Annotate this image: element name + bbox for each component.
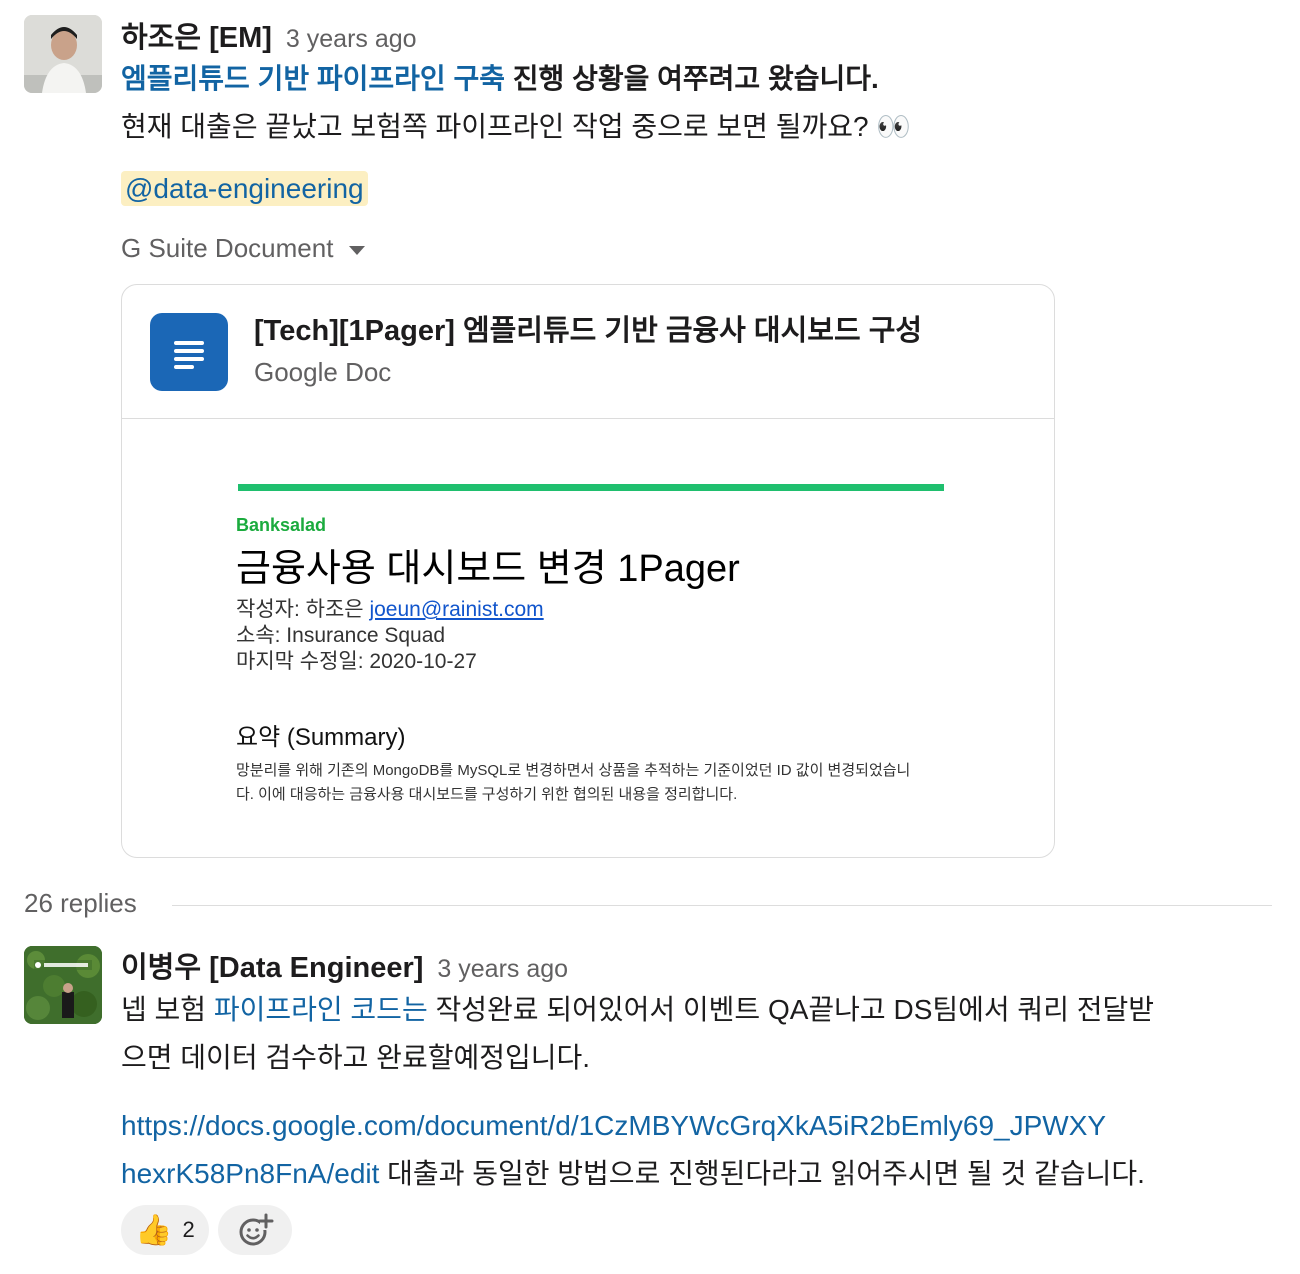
add-reaction-icon xyxy=(239,1213,274,1246)
message-text-line2: 으면 데이터 검수하고 완료할예정입니다. xyxy=(121,1042,591,1073)
url-line1: https://docs.google.com/document/d/1CzMB… xyxy=(121,1102,1106,1150)
message-header: 하조은 [EM] 3 years ago xyxy=(121,14,417,56)
attachment-subtitle: Google Doc xyxy=(254,357,392,387)
document-url-continued[interactable]: hexrK58Pn8FnA/edit xyxy=(121,1158,379,1189)
message-text: 넵 보험 xyxy=(121,994,214,1025)
author-name[interactable]: 이병우 [Data Engineer] xyxy=(121,952,423,984)
message-text-line1: 넵 보험 파이프라인 코드는 작성완료 되어있어서 이벤트 QA끝나고 DS팀에… xyxy=(121,986,1154,1034)
preview-accent-bar xyxy=(238,484,944,491)
attachment-source-label: G Suite Document xyxy=(121,233,334,263)
attachment-title[interactable]: [Tech][1Pager] 엠플리튜드 기반 금융사 대시보드 구성 xyxy=(254,307,922,349)
message-text: 대출과 동일한 방법으로 진행된다라고 읽어주시면 될 것 같습니다. xyxy=(379,1158,1145,1189)
thread-replies-divider: 26 replies xyxy=(24,886,1272,926)
reaction-thumbs-up[interactable]: 👍 2 xyxy=(121,1205,209,1255)
preview-heading: 금융사용 대시보드 변경 1Pager xyxy=(236,548,740,590)
preview-summary-heading: 요약 (Summary) xyxy=(236,724,406,751)
preview-brand: Banksalad xyxy=(236,515,327,535)
preview-last-modified: 마지막 수정일: 2020-10-27 xyxy=(236,650,477,673)
google-doc-icon xyxy=(150,313,228,391)
document-preview[interactable]: Banksalad 금융사용 대시보드 변경 1Pager 작성자: 하조은 j… xyxy=(122,419,1054,857)
preview-author-label: 작성자: 하조은 xyxy=(236,598,370,621)
divider-line xyxy=(172,905,1272,906)
linked-text[interactable]: 엠플리튜드 기반 파이프라인 구축 xyxy=(121,63,505,94)
author-name[interactable]: 하조은 [EM] xyxy=(121,22,272,54)
preview-author-email: joeun@rainist.com xyxy=(369,598,544,621)
attachment-source[interactable]: G Suite Document xyxy=(121,233,366,264)
document-url[interactable]: https://docs.google.com/document/d/1CzMB… xyxy=(121,1110,1106,1141)
avatar-hajoeun[interactable] xyxy=(24,15,102,93)
preview-summary-text: 망분리를 위해 기존의 MongoDB를 MySQL로 변경하면서 상품을 추적… xyxy=(236,762,911,803)
add-reaction-button[interactable] xyxy=(218,1205,292,1255)
timestamp[interactable]: 3 years ago xyxy=(437,955,568,983)
attachment-header: [Tech][1Pager] 엠플리튜드 기반 금융사 대시보드 구성 Goog… xyxy=(122,285,1054,419)
reaction-count: 2 xyxy=(182,1217,195,1242)
attachment-card[interactable]: [Tech][1Pager] 엠플리튜드 기반 금융사 대시보드 구성 Goog… xyxy=(121,284,1055,858)
linked-text[interactable]: 파이프라인 코드는 xyxy=(214,994,428,1025)
thumbs-up-icon: 👍 xyxy=(135,1213,173,1247)
message-text: 작성완료 되어있어서 이벤트 QA끝나고 DS팀에서 쿼리 전달받 xyxy=(427,994,1155,1025)
mention-row: @data-engineering xyxy=(121,171,368,206)
avatar-leebyungwoo[interactable] xyxy=(24,946,102,1024)
replies-count[interactable]: 26 replies xyxy=(24,888,137,919)
message-header: 이병우 [Data Engineer] 3 years ago xyxy=(121,944,568,986)
group-mention[interactable]: @data-engineering xyxy=(121,171,368,206)
message-bold-text: 진행 상황을 여쭈려고 왔습니다. xyxy=(504,63,879,94)
message-text-line2: 현재 대출은 끝났고 보험쪽 파이프라인 작업 중으로 보면 될까요? 👀 xyxy=(121,111,912,142)
timestamp[interactable]: 3 years ago xyxy=(286,25,417,53)
url-line2: hexrK58Pn8FnA/edit 대출과 동일한 방법으로 진행된다라고 읽… xyxy=(121,1150,1145,1198)
caret-down-icon[interactable] xyxy=(349,245,366,255)
message-text-line1: 엠플리튜드 기반 파이프라인 구축 진행 상황을 여쭈려고 왔습니다. xyxy=(121,55,879,103)
